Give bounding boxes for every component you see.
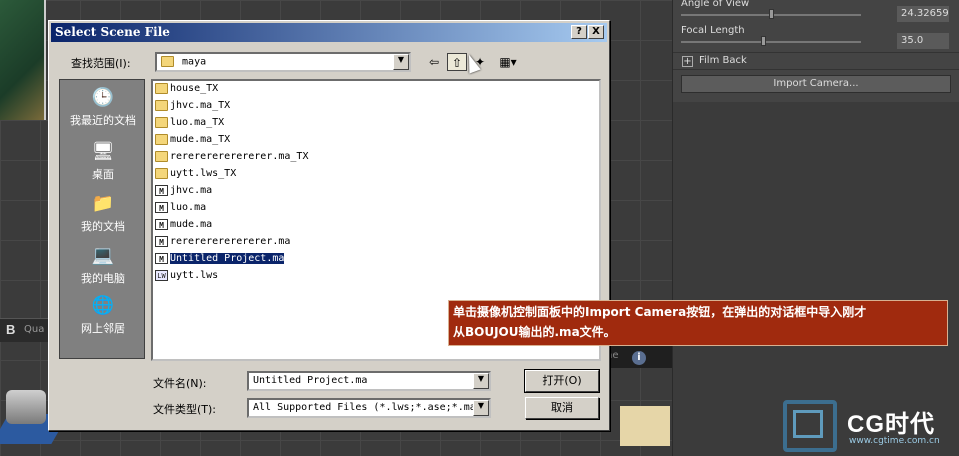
import-camera-button[interactable]: Import Camera...: [681, 75, 951, 93]
folder-icon: [161, 56, 174, 67]
camera-object-icon: [6, 390, 46, 424]
recent-documents-icon: 🕒: [91, 87, 115, 108]
place-recent[interactable]: 🕒 我最近的文档: [60, 82, 146, 132]
logo-url: www.cgtime.com.cn: [849, 436, 940, 446]
list-item[interactable]: Mjhvc.ma: [155, 185, 212, 202]
folder-icon: [155, 151, 168, 162]
place-label: 我的电脑: [81, 272, 125, 285]
place-network[interactable]: 🌐 网上邻居: [60, 290, 146, 340]
list-item[interactable]: luo.ma_TX: [155, 117, 224, 134]
place-label: 我最近的文档: [70, 114, 136, 127]
open-button[interactable]: 打开(O): [524, 369, 600, 393]
list-item[interactable]: Mmude.ma: [155, 219, 212, 236]
maya-file-icon: M: [155, 202, 168, 213]
help-button[interactable]: ?: [571, 25, 587, 39]
angle-slider-thumb[interactable]: [769, 9, 774, 19]
logo-inner-icon: [793, 410, 823, 438]
info-icon[interactable]: i: [632, 351, 646, 365]
scene-object-yellow: [620, 406, 670, 446]
viewport-letter: B: [6, 322, 16, 337]
camera-panel: Angle of View 24.32659 Focal Length 35.0…: [672, 0, 959, 456]
network-places-icon: 🌐: [91, 295, 115, 316]
my-documents-icon: 📁: [91, 193, 115, 214]
dialog-titlebar[interactable]: Select Scene File ? X: [51, 23, 607, 42]
folder-icon: [155, 117, 168, 128]
my-computer-icon: 💻: [91, 245, 115, 266]
focal-length-field[interactable]: 35.0: [897, 33, 949, 49]
desktop-icon: 🖥: [91, 141, 115, 162]
lws-file-icon: LW: [155, 270, 168, 281]
film-back-label: Film Back: [699, 55, 747, 66]
maya-file-icon: M: [155, 253, 168, 264]
filetype-label: 文件类型(T):: [153, 403, 217, 416]
list-item[interactable]: uytt.lws_TX: [155, 168, 236, 185]
annotation-line: 单击摄像机控制面板中的Import Camera按钮，在弹出的对话框中导入刚才: [453, 305, 867, 319]
look-in-label: 查找范围(I):: [71, 57, 131, 70]
film-back-row[interactable]: + Film Back: [673, 52, 959, 70]
look-in-value: maya: [182, 56, 207, 68]
dialog-title: Select Scene File: [55, 25, 170, 39]
place-label: 网上邻居: [81, 322, 125, 335]
filetype-select[interactable]: All Supported Files (*.lws;*.ase;*.ma: [247, 398, 491, 418]
chevron-down-icon[interactable]: ▼: [473, 400, 489, 416]
focal-length-label: Focal Length: [681, 25, 745, 36]
list-item[interactable]: Mluo.ma: [155, 202, 206, 219]
list-item[interactable]: Mrerererererererer.ma: [155, 236, 290, 253]
place-desktop[interactable]: 🖥 桌面: [60, 136, 146, 186]
list-item[interactable]: mude.ma_TX: [155, 134, 230, 151]
expand-icon[interactable]: +: [682, 56, 693, 67]
list-item[interactable]: LW uytt.lws: [155, 270, 218, 287]
annotation-line: 从BOUJOU输出的.ma文件。: [453, 325, 616, 339]
select-scene-file-dialog: Select Scene File ? X 查找范围(I): maya ▼ ⇦ …: [48, 20, 610, 431]
filename-field[interactable]: Untitled Project.ma: [247, 371, 491, 391]
cancel-button[interactable]: 取消: [525, 397, 599, 419]
maya-file-icon: M: [155, 236, 168, 247]
folder-icon: [155, 134, 168, 145]
logo-name: CG时代: [847, 411, 935, 438]
angle-of-view-label: Angle of View: [681, 0, 750, 9]
watermark-logo: CG时代 www.cgtime.com.cn: [783, 400, 959, 456]
viewport-label: Qua: [24, 324, 45, 335]
folder-icon: [155, 100, 168, 111]
maya-file-icon: M: [155, 185, 168, 196]
list-item-selected[interactable]: M Untitled Project.ma: [155, 253, 285, 270]
annotation-box: 单击摄像机控制面板中的Import Camera按钮，在弹出的对话框中导入刚才 …: [448, 300, 948, 346]
view-menu-icon[interactable]: ▦▾: [495, 53, 521, 71]
list-item[interactable]: rerererererererer.ma_TX: [155, 151, 308, 168]
back-arrow-icon[interactable]: ⇦: [425, 53, 443, 71]
close-button[interactable]: X: [588, 25, 604, 39]
look-in-combo[interactable]: maya: [155, 52, 411, 72]
place-my-computer[interactable]: 💻 我的电脑: [60, 240, 146, 290]
places-bar: 🕒 我最近的文档 🖥 桌面 📁 我的文档 💻 我的电脑 🌐 网上邻居: [59, 79, 145, 359]
scene-object: [0, 0, 46, 120]
maya-file-icon: M: [155, 219, 168, 230]
place-label: 桌面: [92, 168, 114, 181]
folder-icon: [155, 83, 168, 94]
list-item[interactable]: jhvc.ma_TX: [155, 100, 230, 117]
angle-of-view-field[interactable]: 24.32659: [897, 6, 949, 22]
filename-label: 文件名(N):: [153, 377, 207, 390]
place-label: 我的文档: [81, 220, 125, 233]
focal-length-slider[interactable]: [681, 41, 861, 43]
chevron-down-icon[interactable]: ▼: [393, 54, 409, 70]
folder-icon: [155, 168, 168, 179]
focal-slider-thumb[interactable]: [761, 36, 766, 46]
chevron-down-icon[interactable]: ▼: [473, 373, 489, 389]
list-item[interactable]: house_TX: [155, 83, 218, 100]
place-my-documents[interactable]: 📁 我的文档: [60, 188, 146, 238]
